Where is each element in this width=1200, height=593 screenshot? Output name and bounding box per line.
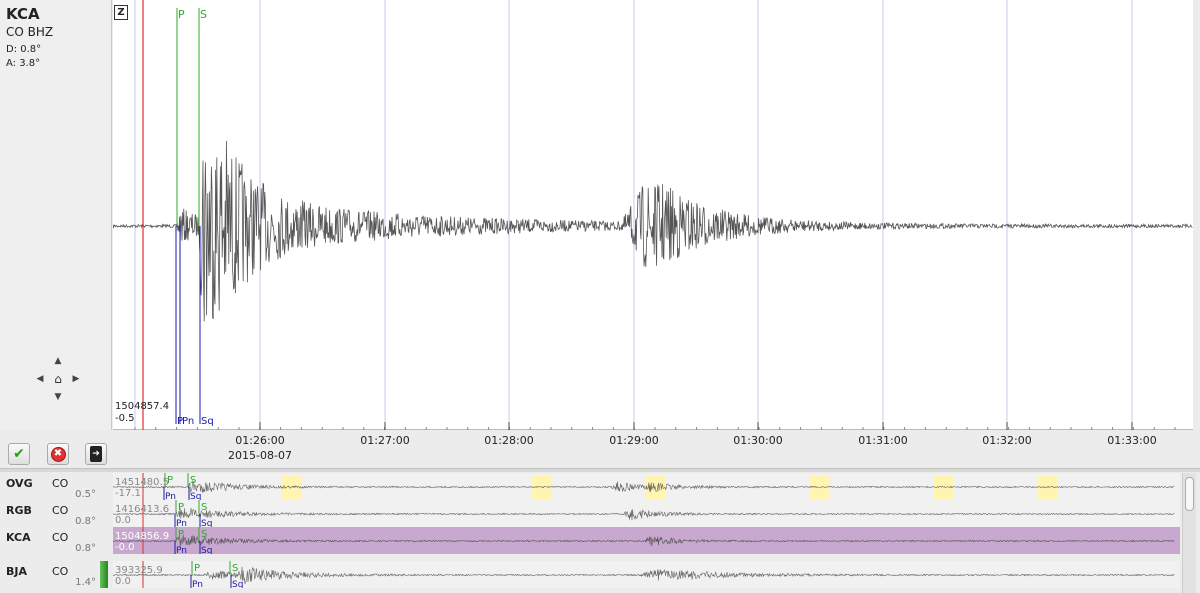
row-station: RGB — [6, 504, 32, 517]
row-amplitude-min: -17.1 — [115, 488, 141, 499]
component-label[interactable]: Z — [114, 5, 128, 20]
row-amplitude-max: 1451480.5 — [115, 477, 170, 488]
date-label: 2015-08-07 — [228, 449, 292, 462]
azimuth-label: A: 3.8° — [6, 58, 41, 69]
network-channel: CO BHZ — [6, 25, 54, 39]
time-tick: 01:32:00 — [982, 434, 1032, 447]
row-station: KCA — [6, 531, 31, 544]
amplitude-min: -0.5 — [115, 413, 135, 424]
row-distance: 0.8° — [75, 516, 96, 527]
main-trace-canvas[interactable]: P S P Pn Sq — [112, 0, 1193, 430]
time-tick: 01:30:00 — [733, 434, 783, 447]
row-trace[interactable]: P S Pn Sq — [112, 561, 1180, 590]
pn-theoretical-label: Pn — [176, 546, 187, 554]
row-network: CO — [52, 504, 69, 517]
row-station: OVG — [6, 477, 33, 490]
row-seismogram[interactable]: P S Pn Sq — [112, 500, 1180, 529]
distance-label: D: 0.8° — [6, 44, 42, 55]
reject-button[interactable]: ✖ — [47, 443, 69, 465]
station-row-rgb[interactable]: RGB CO 0.8° P S Pn Sq 1416413.6 0.0 — [0, 500, 1180, 529]
waveform-trace — [112, 566, 1175, 585]
time-tick: 01:33:00 — [1107, 434, 1157, 447]
check-icon: ✔ — [13, 446, 25, 462]
picker-top-panel: KCA CO BHZ D: 0.8° A: 3.8° ▲ ◀ ⌂ ▶ ▼ P S P… — [0, 0, 1200, 470]
row-amplitude-max: 1416413.6 — [115, 504, 170, 515]
p-pick-label: P — [178, 502, 184, 513]
station-info-panel: KCA CO BHZ D: 0.8° A: 3.8° ▲ ◀ ⌂ ▶ ▼ — [0, 0, 112, 430]
row-amplitude-min: 0.0 — [115, 515, 131, 526]
pn-theoretical-label: Pn — [192, 580, 203, 588]
station-row-bja[interactable]: BJA CO 1.4° P S Pn Sq 393325.9 0.0 — [0, 561, 1180, 590]
time-tick: 01:26:00 — [235, 434, 285, 447]
row-trace[interactable]: P S Pn Sq — [112, 527, 1180, 556]
row-amplitude-max: 1504856.9 — [115, 531, 170, 542]
row-amplitude-min: -0.0 — [115, 542, 135, 553]
time-tick: 01:27:00 — [360, 434, 410, 447]
p-pick-label: P — [194, 563, 200, 574]
pn-theoretical-label: Pn — [165, 492, 176, 500]
main-seismogram[interactable]: P SPPn Sq — [112, 0, 1193, 430]
time-tick: 01:29:00 — [609, 434, 659, 447]
sq-theoretical-label: Sq — [190, 492, 201, 500]
row-distance: 1.4° — [75, 577, 96, 588]
sq-theoretical-label: Sq — [232, 580, 243, 588]
panel-splitter[interactable] — [0, 468, 1200, 472]
s-pick-label: S — [232, 563, 238, 574]
home-icon[interactable]: ⌂ — [51, 372, 65, 386]
time-tick: 01:28:00 — [484, 434, 534, 447]
p-pick-label: P — [178, 8, 185, 21]
station-list: OVG CO 0.5° P S Pn Sq 1451480.5 -17.1 RGB C… — [0, 473, 1200, 593]
row-seismogram[interactable]: P S Pn Sq — [112, 561, 1180, 590]
row-seismogram[interactable]: P SPn Sq — [112, 473, 1180, 502]
sq-theoretical-label: Sq — [201, 416, 214, 427]
pn-theoretical-label: Pn — [176, 519, 187, 527]
row-distance: 0.5° — [75, 489, 96, 500]
row-trace[interactable]: P S Pn Sq — [112, 473, 1180, 502]
scrollbar-thumb[interactable] — [1185, 477, 1194, 511]
reject-icon: ✖ — [50, 446, 66, 462]
time-axis: 01:26:00 01:27:00 01:28:00 01:29:00 01:3… — [113, 430, 1193, 466]
s-pick-label: S — [190, 475, 196, 486]
signal-quality-bar — [100, 561, 108, 588]
sq-theoretical-label: Sq — [201, 546, 212, 554]
row-distance: 0.8° — [75, 543, 96, 554]
s-pick-label: S — [201, 529, 207, 540]
row-network: CO — [52, 531, 69, 544]
station-row-kca[interactable]: KCA CO 0.8° P S Pn Sq 1504856.9 -0.0 — [0, 527, 1180, 556]
scroll-up-icon[interactable]: ▲ — [51, 354, 65, 368]
next-station-button[interactable]: ➔ — [85, 443, 107, 465]
sq-theoretical-label: Sq — [201, 519, 212, 527]
waveform-trace — [112, 534, 1175, 547]
station-row-ovg[interactable]: OVG CO 0.5° P S Pn Sq 1451480.5 -17.1 — [0, 473, 1180, 502]
row-station: BJA — [6, 565, 27, 578]
time-tick: 01:31:00 — [858, 434, 908, 447]
scroll-right-icon[interactable]: ▶ — [69, 372, 83, 386]
p-pick-label: P — [178, 529, 184, 540]
scroll-left-icon[interactable]: ◀ — [33, 372, 47, 386]
scroll-down-icon[interactable]: ▼ — [51, 390, 65, 404]
list-scrollbar[interactable] — [1182, 473, 1196, 593]
row-trace[interactable]: P S Pn Sq — [112, 500, 1180, 529]
station-code: KCA — [6, 5, 40, 23]
amplitude-max: 1504857.4 — [115, 401, 170, 412]
pn-theoretical-label: Pn — [182, 416, 194, 427]
row-network: CO — [52, 565, 69, 578]
row-amplitude-max: 393325.9 — [115, 565, 163, 576]
s-pick-label: S — [201, 502, 207, 513]
waveform-trace — [112, 480, 1175, 493]
s-pick-label: S — [200, 8, 207, 21]
waveform-trace — [112, 140, 1193, 322]
row-amplitude-min: 0.0 — [115, 576, 131, 587]
waveform-trace — [112, 508, 1175, 521]
row-network: CO — [52, 477, 69, 490]
row-seismogram[interactable]: P S Pn Sq — [112, 527, 1180, 556]
next-icon: ➔ — [90, 446, 102, 462]
accept-button[interactable]: ✔ — [8, 443, 30, 465]
